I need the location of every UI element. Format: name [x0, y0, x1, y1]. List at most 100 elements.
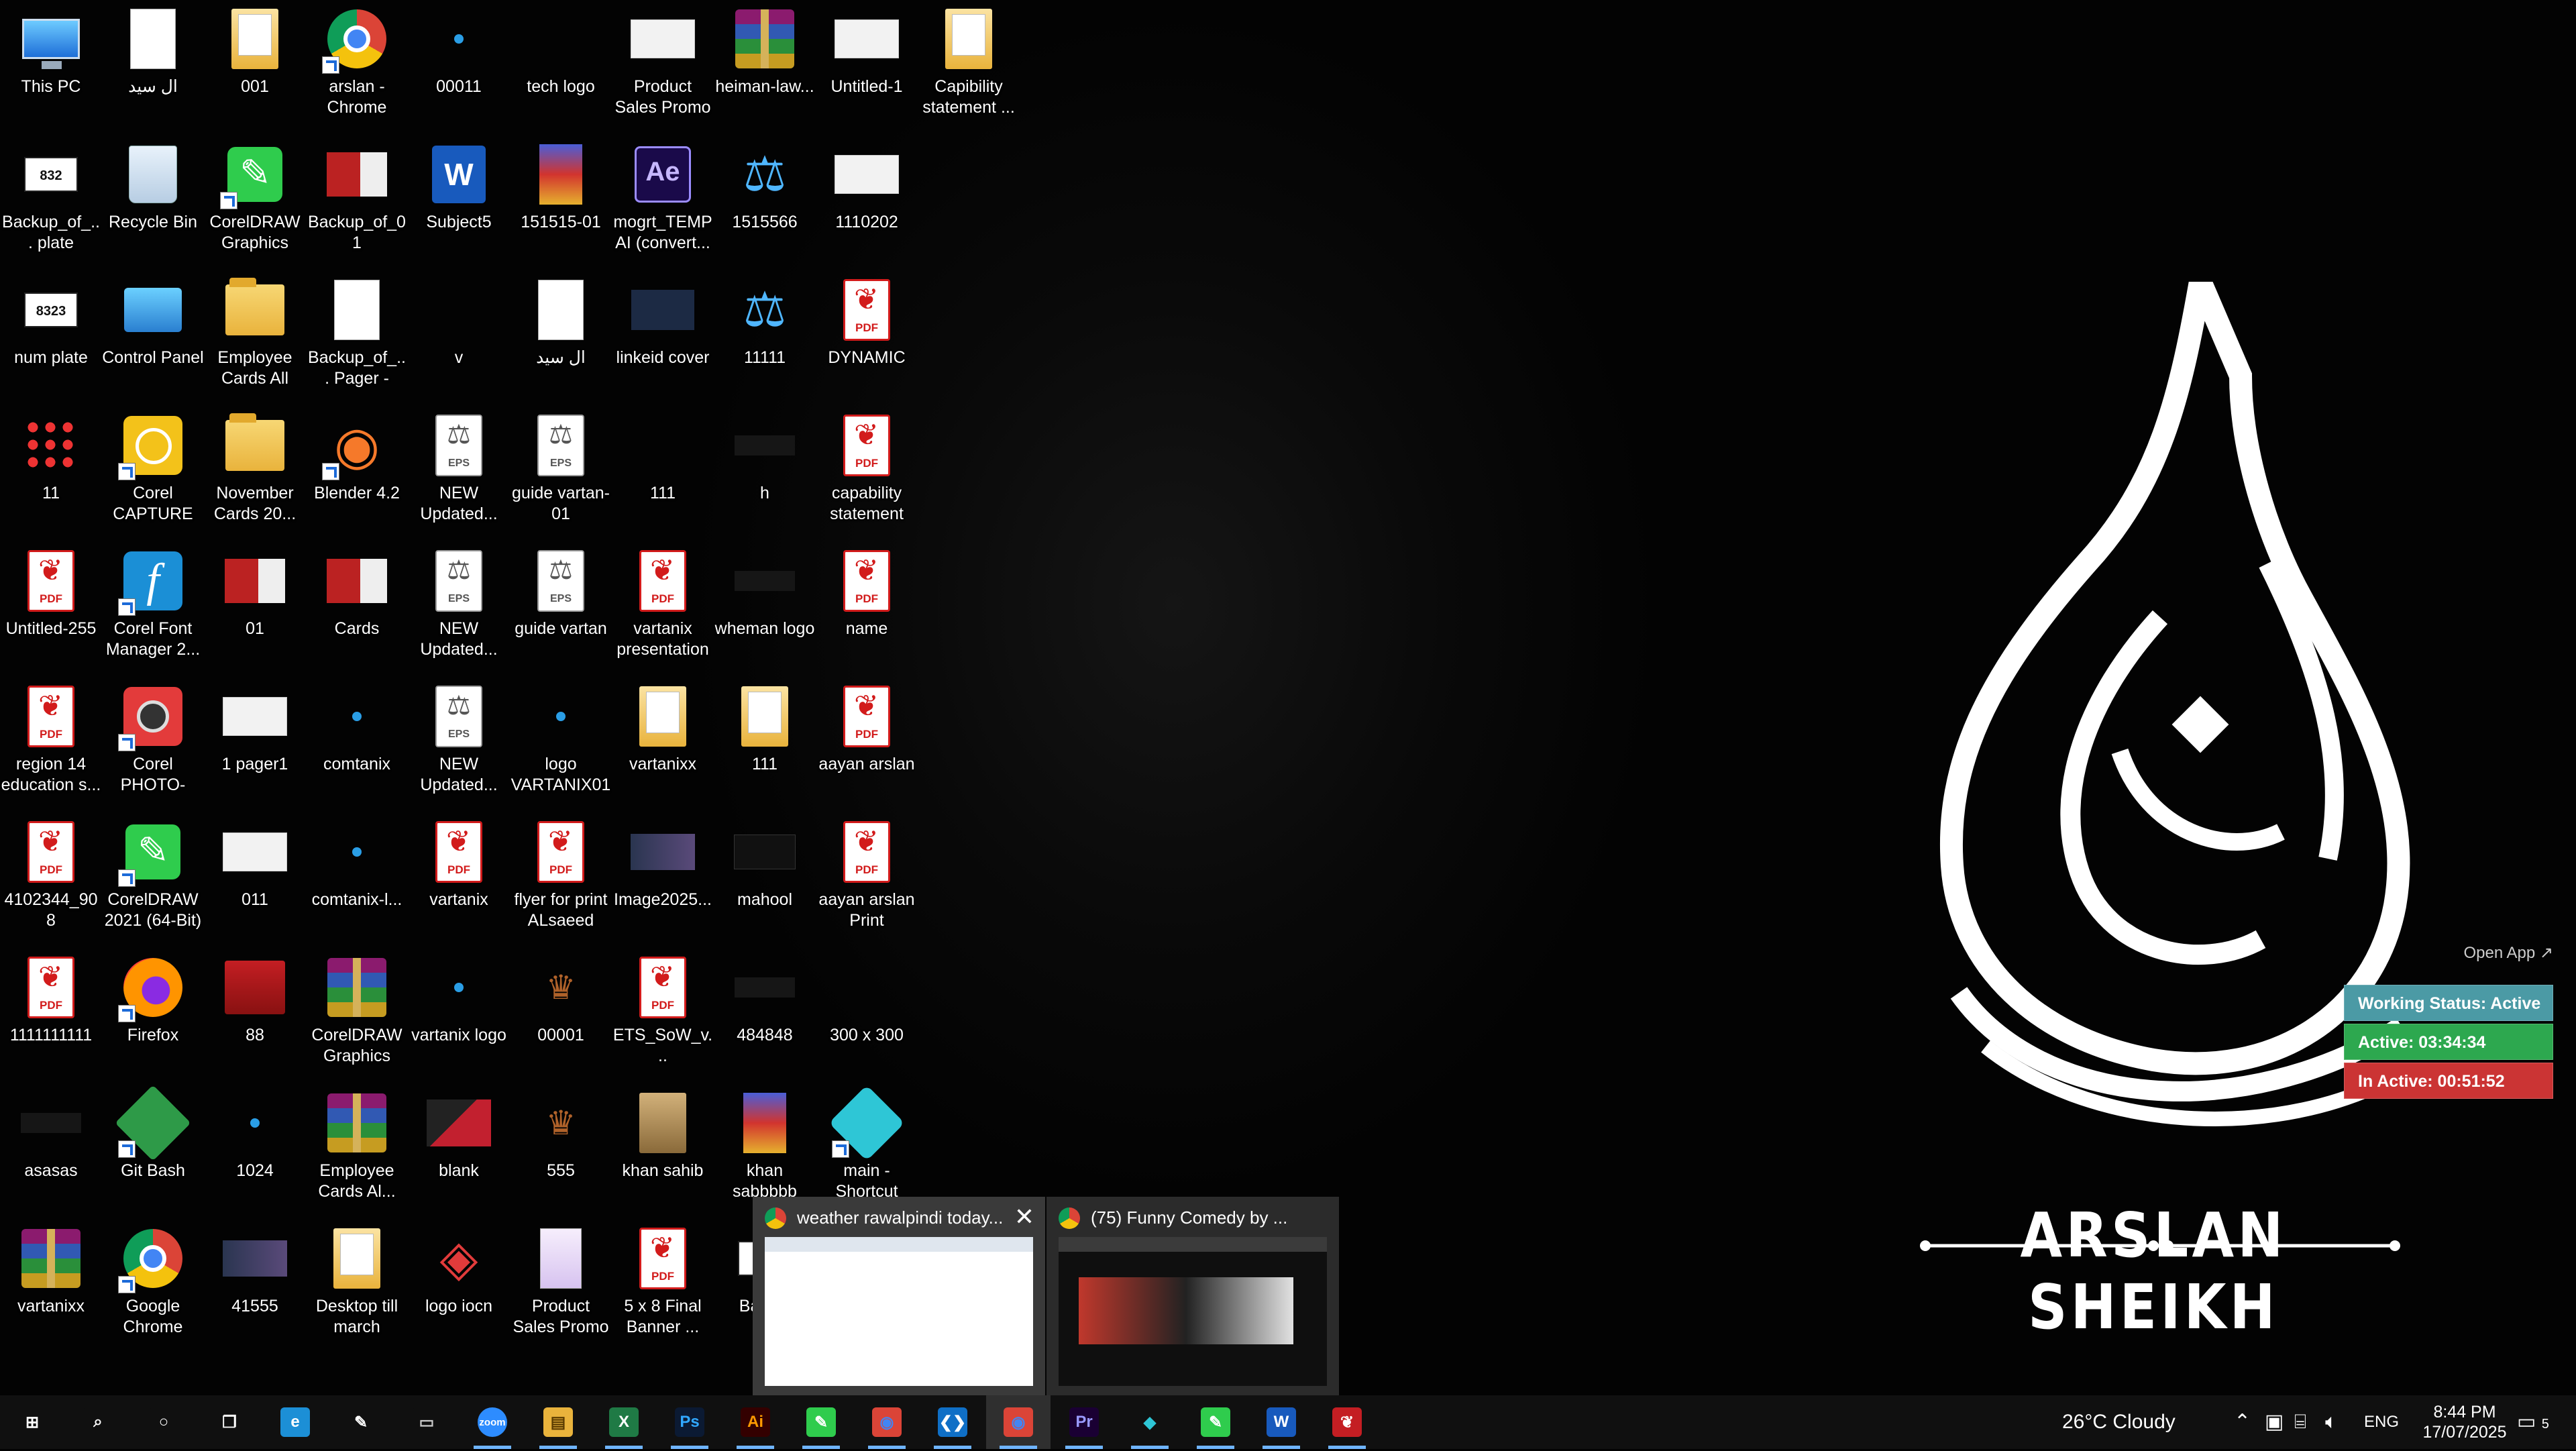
desktop-icon[interactable]: ال سید	[102, 0, 204, 131]
desktop-icon[interactable]: ال سید	[510, 271, 612, 402]
desktop-icon[interactable]: 41555	[204, 1220, 306, 1351]
desktop-icon[interactable]: vartanix	[408, 813, 510, 945]
desktop-icon[interactable]: comtanix-l...	[306, 813, 408, 945]
desktop-icon[interactable]: guide vartan	[510, 542, 612, 674]
desktop-icon[interactable]: vartanixx	[0, 1220, 102, 1351]
desktop-icon[interactable]: Ae mogrt_TEMP AI (convert...	[612, 136, 714, 267]
desktop-icon[interactable]: 11	[0, 407, 102, 538]
desktop-icon[interactable]: CorelDRAW 2021 (64-Bit)	[102, 813, 204, 945]
desktop-icon[interactable]: ⚖ 11111	[714, 271, 816, 402]
desktop-icon[interactable]: 111	[612, 407, 714, 538]
chevron-up-icon[interactable]: ⌃	[2234, 1395, 2251, 1449]
desktop-icon[interactable]: This PC	[0, 0, 102, 131]
desktop-icon[interactable]: blank	[408, 1084, 510, 1216]
desktop-icon[interactable]: asasas	[0, 1084, 102, 1216]
desktop-icon[interactable]: Product Sales Promo Pack...	[510, 1220, 612, 1351]
language-indicator[interactable]: ENG	[2364, 1395, 2399, 1449]
desktop-icon[interactable]: mahool	[714, 813, 816, 945]
desktop-icon[interactable]: ♛ 555	[510, 1084, 612, 1216]
word-app[interactable]: W	[1249, 1395, 1313, 1449]
desktop-icon[interactable]: W Subject5	[408, 136, 510, 267]
network-icon[interactable]: ⌸	[2294, 1395, 2306, 1449]
desktop-icon[interactable]: Corel PHOTO-PAI...	[102, 678, 204, 809]
desktop-icon[interactable]: 8323 num plate	[0, 271, 102, 402]
desktop-icon[interactable]: Image2025...	[612, 813, 714, 945]
desktop-icon[interactable]: capability statement	[816, 407, 918, 538]
photoshop-app[interactable]: Ps	[657, 1395, 722, 1449]
desktop-icon[interactable]: tech logo	[510, 0, 612, 131]
desktop-icon[interactable]: 1111111111	[0, 949, 102, 1080]
desktop[interactable]: This PC ال سید 001 arslan - Chrome 00011 tech…	[0, 0, 2576, 1395]
cortana-button[interactable]: ○	[131, 1395, 196, 1449]
desktop-icon[interactable]: November Cards 20...	[204, 407, 306, 538]
desktop-icon[interactable]: Control Panel	[102, 271, 204, 402]
desktop-icon[interactable]: main - Shortcut	[816, 1084, 918, 1216]
desktop-icon[interactable]: 1110202	[816, 136, 918, 267]
desktop-icon[interactable]: ⚖ 1515566	[714, 136, 816, 267]
desktop-icon[interactable]: Capibility statement ...	[918, 0, 1020, 131]
zoom-app[interactable]: zoom	[460, 1395, 525, 1449]
coreldraw-app[interactable]: ✎	[789, 1395, 853, 1449]
desktop-icon[interactable]: Employee Cards Al...	[306, 1084, 408, 1216]
desktop-icon[interactable]: comtanix	[306, 678, 408, 809]
volume-icon[interactable]: 🔈︎	[2325, 1395, 2337, 1449]
desktop-icon[interactable]: h	[714, 407, 816, 538]
desktop-icon[interactable]: Employee Cards All	[204, 271, 306, 402]
illustrator-app[interactable]: Ai	[723, 1395, 788, 1449]
desktop-icon[interactable]: 111	[714, 678, 816, 809]
close-icon[interactable]: ✕	[1014, 1203, 1034, 1230]
desktop-icon[interactable]: 1024	[204, 1084, 306, 1216]
desktop-icon[interactable]: arslan - Chrome	[306, 0, 408, 131]
acrobat-app[interactable]: ❦	[1315, 1395, 1379, 1449]
search-button[interactable]: ⌕	[66, 1395, 130, 1449]
start-button[interactable]: ⊞	[0, 1395, 64, 1449]
desktop-icon[interactable]: name	[816, 542, 918, 674]
desktop-icon[interactable]: Google Chrome	[102, 1220, 204, 1351]
desktop-icon[interactable]: aayan arslan	[816, 678, 918, 809]
desktop-icon[interactable]: Untitled-255	[0, 542, 102, 674]
desktop-icon[interactable]: Git Bash	[102, 1084, 204, 1216]
desktop-icon[interactable]: v	[408, 271, 510, 402]
desktop-icon[interactable]: 011	[204, 813, 306, 945]
desktop-icon[interactable]: flyer for print ALsaeed po...	[510, 813, 612, 945]
desktop-icon[interactable]: 832 Backup_of_... plate	[0, 136, 102, 267]
desktop-icon[interactable]: vartanixx	[612, 678, 714, 809]
desktop-icon[interactable]: Untitled-1	[816, 0, 918, 131]
pen-app[interactable]: ✎	[329, 1395, 393, 1449]
desktop-icon[interactable]: 5 x 8 Final Banner ...	[612, 1220, 714, 1351]
vscode-app[interactable]: ❮❯	[920, 1395, 985, 1449]
main-app[interactable]: ◆	[1118, 1395, 1182, 1449]
desktop-icon[interactable]: Corel CAPTURE 2...	[102, 407, 204, 538]
desktop-icon[interactable]: guide vartan-01	[510, 407, 612, 538]
desktop-icon[interactable]: NEW Updated...	[408, 407, 510, 538]
desktop-icon[interactable]: 484848	[714, 949, 816, 1080]
desktop-icon[interactable]: 4102344_908	[0, 813, 102, 945]
weather-widget[interactable]: 26°C Cloudy	[2062, 1395, 2176, 1449]
desktop-icon[interactable]: CorelDRAW Graphics Su...	[306, 949, 408, 1080]
desktop-icon[interactable]: NEW Updated...	[408, 678, 510, 809]
desktop-icon[interactable]: logo VARTANIX01	[510, 678, 612, 809]
premiere-app[interactable]: Pr	[1052, 1395, 1116, 1449]
desktop-icon[interactable]: region 14 education s...	[0, 678, 102, 809]
edge-app[interactable]: e	[263, 1395, 327, 1449]
desktop-icon[interactable]: Firefox	[102, 949, 204, 1080]
desktop-icon[interactable]: DYNAMIC	[816, 271, 918, 402]
terminal-app[interactable]: ▭	[394, 1395, 459, 1449]
desktop-icon[interactable]: heiman-law...	[714, 0, 816, 131]
desktop-icon[interactable]: khan sahib	[612, 1084, 714, 1216]
desktop-icon[interactable]: f Corel Font Manager 2...	[102, 542, 204, 674]
desktop-icon[interactable]: aayan arslan Print	[816, 813, 918, 945]
desktop-icon[interactable]: 151515-01	[510, 136, 612, 267]
preview-thumbnail[interactable]	[765, 1237, 1033, 1386]
meet-icon[interactable]: ▣	[2265, 1395, 2284, 1449]
desktop-icon[interactable]: ETS_SoW_v...	[612, 949, 714, 1080]
file-explorer-app[interactable]: ▤	[526, 1395, 590, 1449]
coreldraw-app-2[interactable]: ✎	[1183, 1395, 1248, 1449]
desktop-icon[interactable]: Recycle Bin	[102, 136, 204, 267]
desktop-icon[interactable]: 001	[204, 0, 306, 131]
desktop-icon[interactable]: ◉ Blender 4.2	[306, 407, 408, 538]
desktop-icon[interactable]: ♛ 00001	[510, 949, 612, 1080]
desktop-icon[interactable]: 1 pager1	[204, 678, 306, 809]
desktop-icon[interactable]: khan sabbbbb	[714, 1084, 816, 1216]
desktop-icon[interactable]: Backup_of_01	[306, 136, 408, 267]
